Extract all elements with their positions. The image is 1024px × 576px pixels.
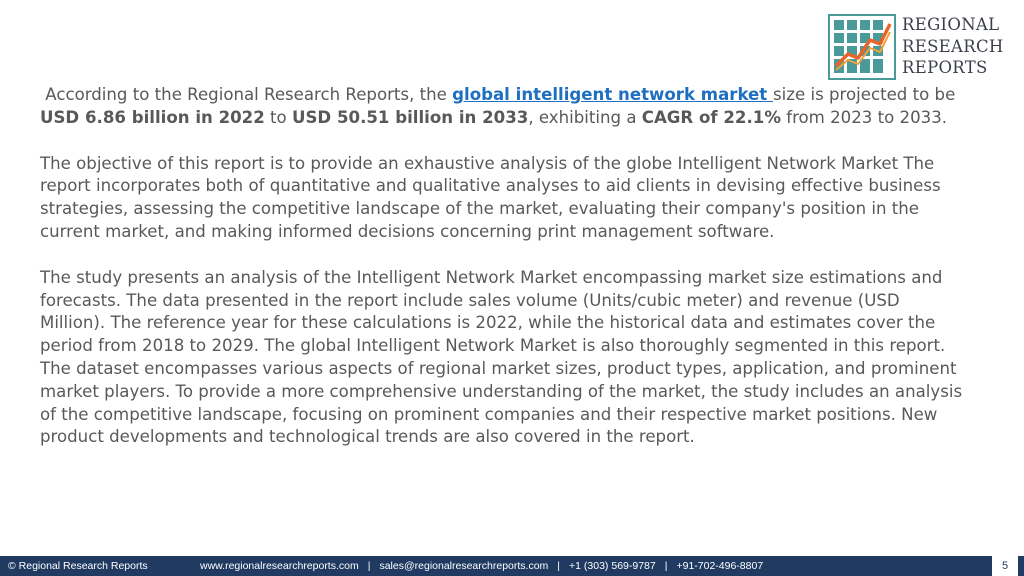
logo-wordmark: REGIONAL RESEARCH REPORTS — [902, 14, 1004, 79]
footer-email-link[interactable]: sales@regionalresearchreports.com — [379, 560, 548, 572]
logo-line-1: REGIONAL — [902, 15, 1000, 34]
cagr-value: CAGR of 22.1% — [641, 107, 781, 127]
intro-text-5: from 2023 to 2033. — [780, 107, 948, 127]
market-size-2033: USD 50.51 billion in 2033 — [292, 107, 529, 127]
footer-phone-2: +91-702-496-8807 — [676, 560, 764, 572]
objective-paragraph: The objective of this report is to provi… — [40, 153, 941, 241]
logo-line-2: RESEARCH — [902, 36, 1004, 56]
footer-copyright: © Regional Research Reports — [8, 560, 148, 572]
intro-text-4: , exhibiting a — [528, 107, 642, 127]
market-report-link[interactable]: global intelligent network market — [452, 85, 773, 104]
slide: REGIONAL RESEARCH REPORTS According to t… — [0, 0, 1024, 576]
intro-paragraph: According to the Regional Research Repor… — [40, 84, 970, 130]
footer-separator: | — [367, 560, 371, 572]
footer-phone-1: +1 (303) 569-9787 — [569, 560, 656, 572]
study-paragraph: The study presents an analysis of the In… — [40, 267, 963, 447]
footer-contact: www.regionalresearchreports.com | sales@re… — [200, 556, 763, 576]
slide-body: According to the Regional Research Repor… — [40, 84, 970, 449]
footer-bar: © Regional Research Reports www.regional… — [0, 556, 1024, 576]
logo-line-3: REPORTS — [902, 58, 988, 77]
footer-website-link[interactable]: www.regionalresearchreports.com — [200, 560, 359, 572]
page-number: 5 — [992, 556, 1018, 576]
intro-text-2: size is projected to be — [773, 85, 956, 104]
intro-text-3: to — [264, 107, 292, 127]
footer-separator: | — [557, 560, 561, 572]
market-size-2022: USD 6.86 billion in 2022 — [40, 107, 265, 127]
company-logo: REGIONAL RESEARCH REPORTS — [828, 14, 1018, 82]
bar-chart-trend-icon — [828, 14, 896, 80]
footer-separator: | — [664, 560, 668, 572]
intro-text-1: According to the Regional Research Repor… — [45, 85, 453, 104]
